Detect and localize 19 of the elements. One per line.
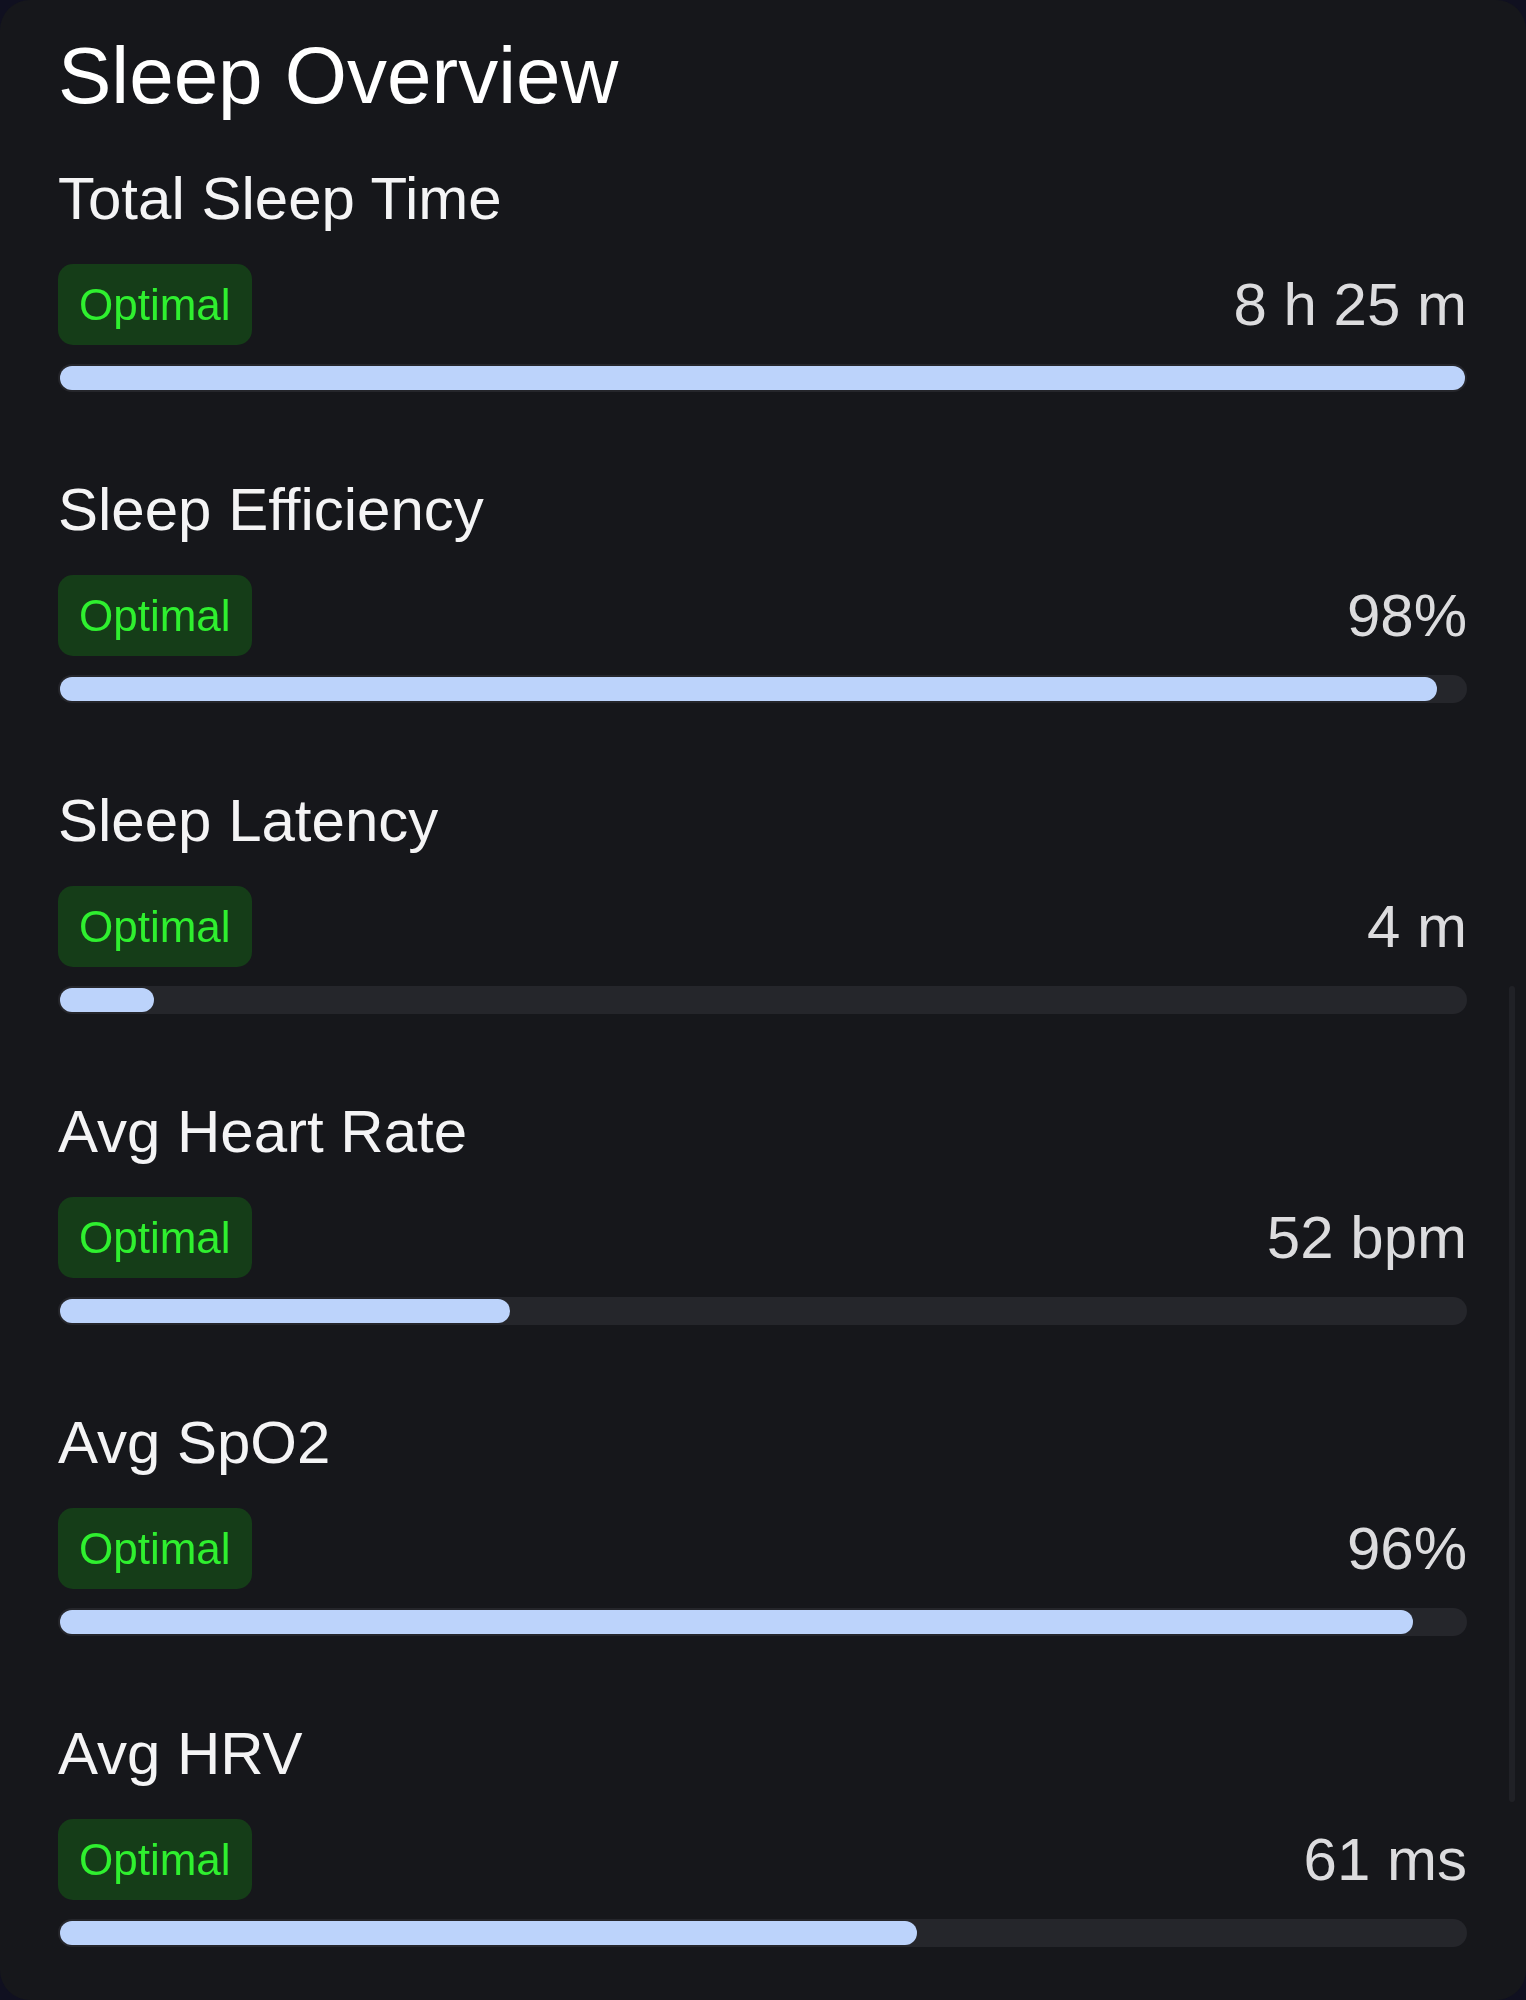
status-badge: Optimal — [58, 886, 252, 967]
status-badge: Optimal — [58, 1819, 252, 1900]
metric-value: 98% — [1346, 580, 1467, 651]
metric-value: 4 m — [1366, 891, 1467, 962]
metric-label: Avg HRV — [58, 1719, 303, 1789]
metric-label: Avg SpO2 — [58, 1408, 331, 1478]
metric-label: Sleep Efficiency — [58, 475, 484, 545]
status-badge: Optimal — [58, 264, 252, 345]
metric-label: Sleep Latency — [58, 786, 439, 856]
metric-value: 52 bpm — [1266, 1202, 1467, 1273]
metric-value: 61 ms — [1303, 1824, 1467, 1895]
status-badge: Optimal — [58, 1197, 252, 1278]
metric-value: 8 h 25 m — [1233, 269, 1467, 340]
metric-label: Avg Heart Rate — [58, 1097, 468, 1167]
metric-value: 96% — [1346, 1513, 1467, 1584]
section-title: Sleep Overview — [58, 30, 619, 122]
metric-label: Total Sleep Time — [58, 164, 502, 234]
status-badge: Optimal — [58, 575, 252, 656]
status-badge: Optimal — [58, 1508, 252, 1589]
